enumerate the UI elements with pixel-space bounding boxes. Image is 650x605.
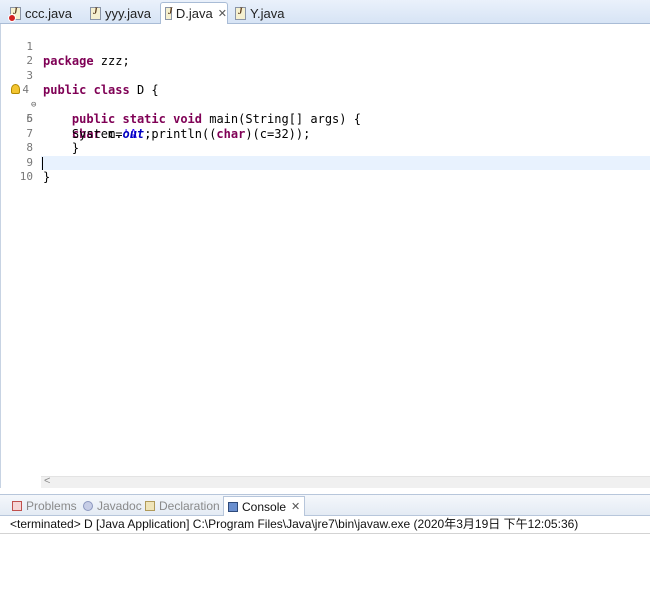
tab-label: D.java <box>175 6 213 21</box>
tab-console[interactable]: Console ✕ <box>223 496 306 516</box>
console-divider <box>0 533 650 534</box>
problems-icon <box>12 501 22 511</box>
text-caret <box>42 156 43 170</box>
editor-tab-bar: ccc.java yyy.java D.java ✕ Y.java <box>0 0 650 24</box>
code-line: 4 ⊖ public static void main(String[] arg… <box>1 69 650 126</box>
code-editor[interactable]: 1 package zzz; 2 3 public class D { 4 ⊖ … <box>0 24 650 488</box>
tab-label: ccc.java <box>25 6 72 21</box>
console-status-line: <terminated> D [Java Application] C:\Pro… <box>10 517 579 531</box>
code-line: 5 char c='A'; <box>1 83 650 141</box>
tab-ccc-java[interactable]: ccc.java <box>6 3 72 24</box>
horizontal-scrollbar[interactable]: < <box>41 475 650 488</box>
java-file-error-icon <box>8 6 21 22</box>
line-number: 10 <box>19 170 33 183</box>
code-line: 6 System.out.println((char)(c=32)); <box>1 98 650 141</box>
code-line: 2 <box>1 40 650 67</box>
declaration-icon <box>145 501 155 511</box>
current-line-highlight <box>41 155 650 170</box>
javadoc-icon <box>83 501 93 511</box>
tab-label: Declaration <box>159 499 220 513</box>
tab-label: Y.java <box>250 6 285 21</box>
scroll-left-icon[interactable]: < <box>44 475 50 487</box>
java-file-icon <box>165 6 172 20</box>
console-icon <box>228 501 238 512</box>
tab-y-java[interactable]: Y.java <box>231 3 284 24</box>
tab-label: Console <box>242 499 287 514</box>
code-line: 9 } <box>1 141 650 185</box>
code-line: 10 <box>1 156 41 183</box>
java-file-icon <box>90 6 101 20</box>
tab-label: Javadoc <box>97 499 142 513</box>
tab-yyy-java[interactable]: yyy.java <box>86 3 151 24</box>
code-line: 8 <box>1 127 650 154</box>
tab-problems[interactable]: Problems <box>12 497 77 515</box>
tab-javadoc[interactable]: Javadoc <box>83 497 142 515</box>
code-line: 3 public class D { <box>1 54 650 98</box>
close-icon[interactable]: ✕ <box>291 500 300 513</box>
close-icon[interactable]: ✕ <box>218 7 227 20</box>
console-view[interactable]: <terminated> D [Java Application] C:\Pro… <box>0 516 650 605</box>
tab-label: Problems <box>26 499 77 513</box>
java-file-icon <box>235 6 246 20</box>
tab-declaration[interactable]: Declaration <box>145 497 220 515</box>
bottom-panel-tabs: Problems Javadoc Declaration Console ✕ <box>0 494 650 516</box>
code-line: 1 package zzz; <box>1 25 650 69</box>
code-line: 7 } <box>1 112 650 156</box>
tab-label: yyy.java <box>105 6 151 21</box>
warning-icon[interactable] <box>11 84 20 94</box>
tab-d-java[interactable]: D.java ✕ <box>160 2 228 24</box>
